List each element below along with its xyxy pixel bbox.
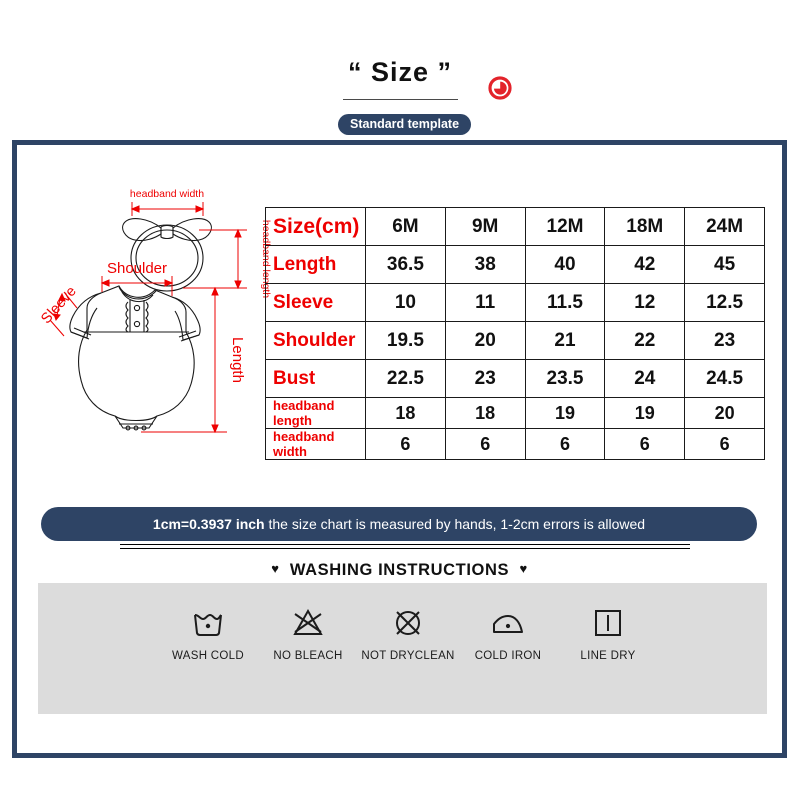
size-table: Size(cm) 6M 9M 12M 18M 24M Length 36.5 3…	[265, 207, 765, 460]
red-circle-leaf-badge-icon	[488, 76, 512, 100]
table-row: Sleeve 10 11 11.5 12 12.5	[265, 283, 765, 322]
cell-headband-length-18m: 19	[604, 397, 686, 429]
square-vertical-line-icon	[558, 601, 658, 645]
headband-width-dimension	[130, 202, 205, 216]
length-label: Length	[229, 337, 246, 383]
cell-shoulder-24m: 23	[684, 321, 765, 360]
care-symbols-panel: WASH COLD NO BLEACH NOT DRYCLEAN COLD IR…	[38, 583, 767, 714]
row-label-headband-width: headband width	[265, 428, 366, 460]
cell-bust-18m: 24	[604, 359, 686, 398]
content-frame: headband width headband length Shoulder …	[12, 140, 787, 758]
standard-template-badge: Standard template	[338, 114, 472, 135]
care-label-line-dry: LINE DRY	[580, 650, 636, 662]
headband-width-label: headband width	[130, 188, 204, 200]
table-row: Shoulder 19.5 20 21 22 23	[265, 321, 765, 360]
table-row: Bust 22.5 23 23.5 24 24.5	[265, 359, 765, 398]
cell-length-12m: 40	[524, 245, 606, 284]
iron-one-dot-icon	[458, 601, 558, 645]
cell-bust-9m: 23	[444, 359, 526, 398]
cell-shoulder-6m: 19.5	[365, 321, 446, 360]
heart-icon-right: ♥	[519, 561, 528, 576]
care-item-no-bleach: NO BLEACH	[258, 601, 358, 662]
care-item-wash-cold: WASH COLD	[158, 601, 258, 662]
table-row: Length 36.5 38 40 42 45	[265, 245, 765, 284]
cell-headband-width-9m: 6	[444, 428, 526, 460]
row-label-headband-length: headband length	[265, 397, 366, 429]
cell-length-24m: 45	[684, 245, 765, 284]
care-item-cold-iron: COLD IRON	[458, 601, 558, 662]
row-label-shoulder: Shoulder	[265, 321, 366, 360]
column-header-0: 6M	[365, 207, 446, 246]
cell-headband-width-24m: 6	[684, 428, 765, 460]
headband-bow-outline-icon	[122, 218, 212, 292]
heart-icon-left: ♥	[271, 561, 280, 576]
headband-length-dimension	[199, 228, 247, 290]
care-item-not-dryclean: NOT DRYCLEAN	[358, 601, 458, 662]
conversion-value: 1cm=0.3937 inch	[152, 516, 265, 532]
cell-bust-24m: 24.5	[684, 359, 765, 398]
length-dimension	[141, 286, 227, 434]
cell-headband-width-12m: 6	[524, 428, 606, 460]
care-label-cold-iron: COLD IRON	[474, 650, 542, 662]
care-symbols-row: WASH COLD NO BLEACH NOT DRYCLEAN COLD IR…	[158, 601, 658, 662]
table-row: headband length 18 18 19 19 20	[265, 397, 765, 429]
cell-length-18m: 42	[604, 245, 686, 284]
size-table-wrapper: Size(cm) 6M 9M 12M 18M 24M Length 36.5 3…	[265, 207, 765, 460]
garment-diagram: headband width headband length Shoulder …	[31, 180, 281, 460]
measurement-note: the size chart is measured by hands, 1-2…	[264, 516, 646, 532]
page-header: “ Size ” Standard template	[0, 0, 800, 140]
cell-sleeve-9m: 11	[444, 283, 526, 322]
table-header-row: Size(cm) 6M 9M 12M 18M 24M	[265, 207, 765, 246]
page-title-block: “ Size ”	[340, 56, 460, 88]
cell-shoulder-9m: 20	[444, 321, 526, 360]
cell-sleeve-6m: 10	[365, 283, 446, 322]
crossed-triangle-icon	[258, 601, 358, 645]
washing-instructions-label: WASHING INSTRUCTIONS	[289, 561, 510, 579]
care-label-not-dryclean: NOT DRYCLEAN	[361, 650, 455, 662]
cell-length-6m: 36.5	[365, 245, 446, 284]
column-header-4: 24M	[684, 207, 765, 246]
cell-sleeve-18m: 12	[604, 283, 686, 322]
washing-instructions-heading: ♥ WASHING INSTRUCTIONS ♥	[17, 561, 782, 580]
section-divider	[120, 544, 690, 549]
shoulder-label: Shoulder	[107, 260, 167, 277]
column-header-1: 9M	[444, 207, 526, 246]
care-item-line-dry: LINE DRY	[558, 601, 658, 662]
cell-bust-12m: 23.5	[524, 359, 606, 398]
cell-headband-length-6m: 18	[365, 397, 446, 429]
page-title: “ Size ”	[347, 57, 453, 87]
column-header-2: 12M	[524, 207, 606, 246]
cell-headband-width-18m: 6	[604, 428, 686, 460]
crossed-circle-icon	[358, 601, 458, 645]
row-label-length: Length	[265, 245, 366, 284]
row-label-sleeve: Sleeve	[265, 283, 366, 322]
row-label-bust: Bust	[265, 359, 366, 398]
size-chart-page: “ Size ” Standard template headband widt…	[0, 0, 800, 800]
table-row: headband width 6 6 6 6 6	[265, 428, 765, 460]
care-label-wash-cold: WASH COLD	[172, 650, 244, 662]
title-underline	[343, 99, 458, 100]
cell-headband-length-9m: 18	[444, 397, 526, 429]
care-label-no-bleach: NO BLEACH	[273, 650, 343, 662]
column-header-3: 18M	[604, 207, 686, 246]
cell-bust-6m: 22.5	[365, 359, 446, 398]
cell-sleeve-24m: 12.5	[684, 283, 765, 322]
cell-length-9m: 38	[444, 245, 526, 284]
baby-romper-outline-icon	[69, 285, 201, 431]
sleeve-label: Sleeve	[38, 283, 80, 327]
cell-headband-length-24m: 20	[684, 397, 765, 429]
cell-shoulder-12m: 21	[524, 321, 606, 360]
cell-sleeve-12m: 11.5	[524, 283, 606, 322]
conversion-banner: 1cm=0.3937 inch the size chart is measur…	[41, 507, 757, 541]
cell-headband-width-6m: 6	[365, 428, 446, 460]
cell-headband-length-12m: 19	[524, 397, 606, 429]
cell-shoulder-18m: 22	[604, 321, 686, 360]
wash-tub-one-dot-icon	[158, 601, 258, 645]
table-corner-label: Size(cm)	[265, 207, 366, 246]
